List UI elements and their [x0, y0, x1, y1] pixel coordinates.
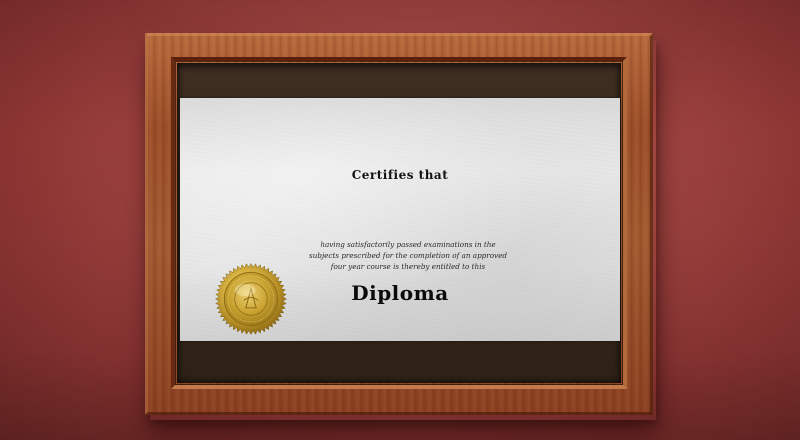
- gold-seal-icon: [215, 263, 287, 335]
- certifies-heading: Certifies that: [351, 168, 449, 182]
- diploma-body-text: having satisfactorily passed examination…: [298, 239, 518, 272]
- body-line-1: having satisfactorily passed examination…: [320, 240, 496, 249]
- body-line-3: four year course is thereby entitled to …: [330, 262, 486, 271]
- body-line-2: subjects prescribed for the completion o…: [309, 251, 507, 260]
